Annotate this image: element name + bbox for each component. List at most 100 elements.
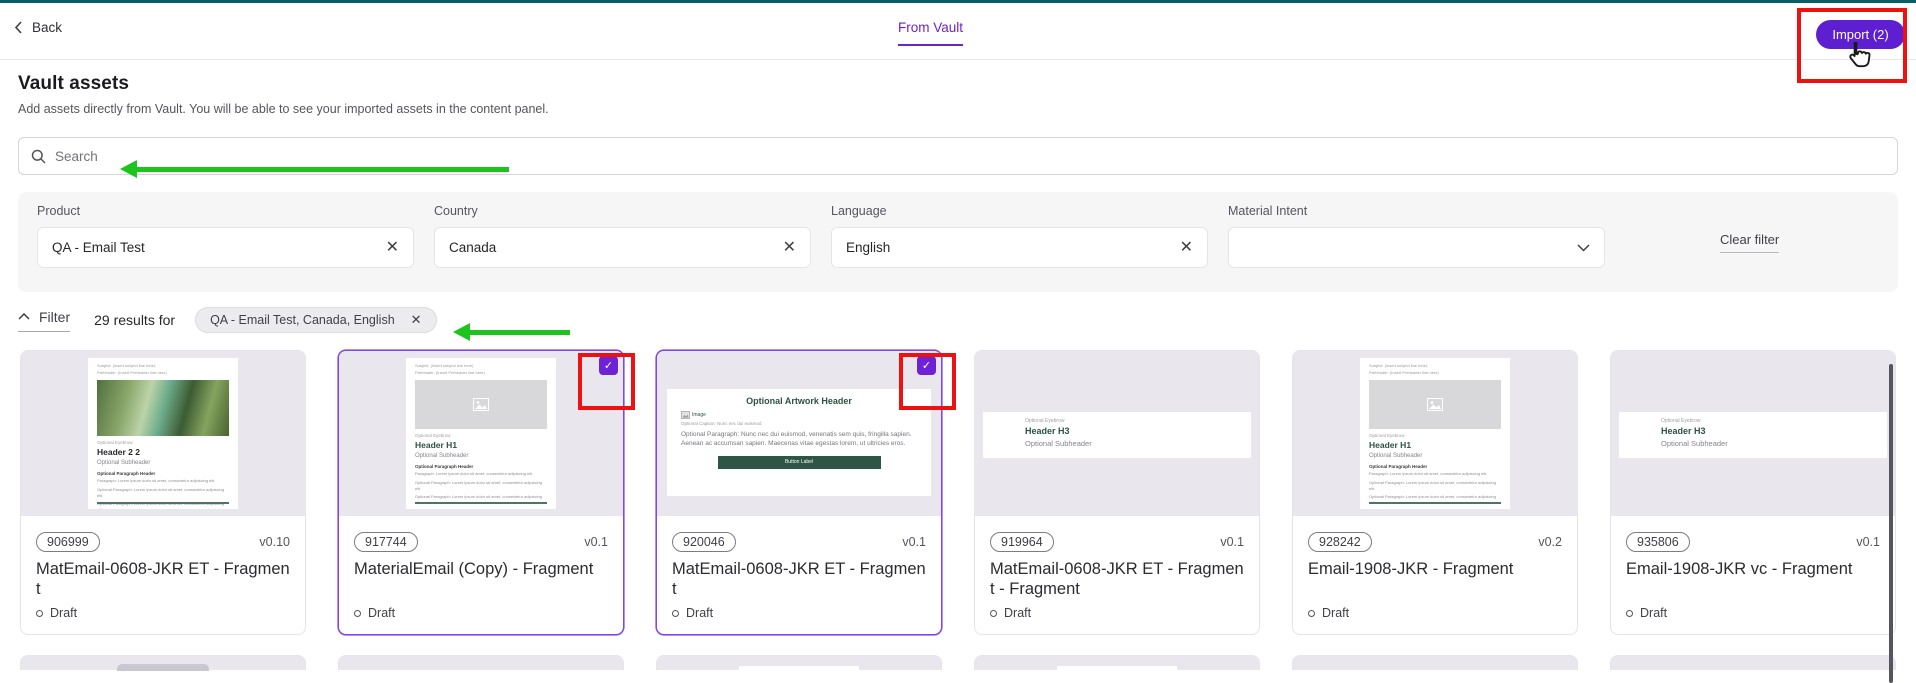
asset-thumbnail: Subject: (Insert subject line here) Preh… bbox=[21, 351, 305, 516]
filter-material-intent-select[interactable] bbox=[1228, 227, 1605, 268]
asset-card[interactable]: Optional Eyebrow Header H3 Optional Subh… bbox=[1610, 350, 1896, 635]
asset-version: v0.1 bbox=[1220, 535, 1244, 549]
asset-info: 906999 v0.10 MatEmail-0608-JKR ET - Frag… bbox=[21, 516, 305, 635]
asset-card-partial[interactable] bbox=[974, 655, 1260, 670]
template-para-header: Optional Paragraph Header bbox=[1369, 464, 1501, 469]
clear-country-icon[interactable]: ✕ bbox=[783, 240, 796, 256]
template-paragraph: Optional Paragraph: Lorem ipsum dolor si… bbox=[1369, 480, 1501, 492]
filter-toggle-label: Filter bbox=[39, 309, 70, 325]
partial-thumb-shape bbox=[739, 666, 859, 671]
asset-card-partial[interactable] bbox=[20, 655, 306, 670]
image-icon bbox=[1427, 398, 1443, 411]
active-filter-chip[interactable]: QA - Email Test, Canada, English ✕ bbox=[195, 307, 437, 333]
asset-card-partial[interactable] bbox=[1292, 655, 1578, 670]
template-eyebrow: Optional Eyebrow bbox=[1661, 418, 1887, 424]
filter-language: Language English ✕ bbox=[831, 204, 1208, 292]
partial-thumb-shape bbox=[1057, 666, 1177, 671]
results-count: 29 results for bbox=[94, 312, 175, 328]
template-paragraph: Paragraph: Lorem ipsum dolor sit amet, c… bbox=[97, 478, 229, 484]
filter-material-intent-label: Material Intent bbox=[1228, 204, 1605, 218]
asset-title: MaterialEmail (Copy) - Fragment bbox=[354, 559, 608, 579]
template-paragraph: Optional Paragraph: Lorem ipsum dolor si… bbox=[97, 487, 229, 499]
status-dot-icon bbox=[672, 610, 679, 617]
vertical-scrollbar[interactable] bbox=[1889, 364, 1893, 683]
filter-language-label: Language bbox=[831, 204, 1208, 218]
asset-id-badge: 917744 bbox=[354, 532, 418, 552]
filter-country-input[interactable]: Canada ✕ bbox=[434, 227, 811, 268]
filter-product: Product QA - Email Test ✕ bbox=[37, 204, 414, 292]
asset-card[interactable]: Optional Eyebrow Header H3 Optional Subh… bbox=[974, 350, 1260, 635]
template-header: Header 2 2 bbox=[97, 447, 229, 457]
template-header: Header H1 bbox=[415, 440, 547, 450]
asset-card-partial[interactable] bbox=[1610, 655, 1896, 670]
asset-card[interactable]: Subject: (Insert subject line here) Preh… bbox=[1292, 350, 1578, 635]
asset-checkbox-checked[interactable]: ✓ bbox=[917, 356, 936, 375]
main-content: Vault assets Add assets directly from Va… bbox=[0, 60, 1916, 670]
image-icon: Image bbox=[681, 411, 917, 419]
template-paragraph: Optional Paragraph: Lorem ipsum dolor si… bbox=[415, 494, 547, 506]
page-subtitle: Add assets directly from Vault. You will… bbox=[18, 102, 1898, 116]
asset-id-badge: 928242 bbox=[1308, 532, 1372, 552]
search-icon bbox=[31, 149, 46, 164]
asset-title: MatEmail-0608-JKR ET - Fragment - Fragme… bbox=[990, 559, 1244, 599]
filter-country-label: Country bbox=[434, 204, 811, 218]
search-input[interactable] bbox=[55, 149, 1885, 164]
template-button: Button Label bbox=[718, 456, 881, 469]
image-placeholder bbox=[415, 380, 547, 429]
template-subject: Subject: (Insert subject line here) bbox=[415, 363, 547, 370]
status-dot-icon bbox=[1626, 610, 1633, 617]
clear-product-icon[interactable]: ✕ bbox=[386, 240, 399, 256]
status-badge: Draft bbox=[1308, 606, 1349, 620]
asset-version: v0.10 bbox=[259, 535, 290, 549]
clear-filter-button[interactable]: Clear filter bbox=[1720, 232, 1779, 253]
tab-from-vault[interactable]: From Vault bbox=[898, 20, 963, 46]
header: Back From Vault Import (2) bbox=[0, 3, 1916, 60]
template-paragraph: Optional Paragraph: Lorem ipsum dolor si… bbox=[415, 480, 547, 492]
template-preheader: Preheader: (Insert Preheader line here) bbox=[415, 370, 547, 377]
asset-checkbox-checked[interactable]: ✓ bbox=[599, 356, 618, 375]
status-label: Draft bbox=[1640, 606, 1667, 620]
template-divider bbox=[415, 502, 547, 504]
chevron-down-icon bbox=[1577, 244, 1590, 252]
template-paragraph: Paragraph: Lorem ipsum dolor sit amet, c… bbox=[1369, 471, 1501, 477]
asset-card[interactable]: Subject: (Insert subject line here) Preh… bbox=[20, 350, 306, 635]
asset-thumbnail: Optional Eyebrow Header H3 Optional Subh… bbox=[1611, 351, 1895, 516]
asset-info: 917744 v0.1 MaterialEmail (Copy) - Fragm… bbox=[339, 516, 623, 635]
filter-product-input[interactable]: QA - Email Test ✕ bbox=[37, 227, 414, 268]
remove-filter-chip-icon[interactable]: ✕ bbox=[411, 312, 422, 328]
asset-card-partial[interactable] bbox=[656, 655, 942, 670]
asset-thumbnail: Subject: (Insert subject line here) Preh… bbox=[1293, 351, 1577, 516]
asset-version: v0.1 bbox=[902, 535, 926, 549]
filter-collapse-toggle[interactable]: Filter bbox=[18, 309, 70, 332]
template-paragraph: Paragraph: Lorem ipsum dolor sit amet, c… bbox=[415, 471, 547, 477]
back-button[interactable]: Back bbox=[14, 20, 62, 35]
asset-version: v0.1 bbox=[1856, 535, 1880, 549]
asset-card[interactable]: Optional Artwork Header Image Optional C… bbox=[656, 350, 942, 635]
image-label: Image bbox=[692, 412, 706, 418]
template-divider bbox=[97, 502, 229, 504]
asset-card[interactable]: Subject: (Insert subject line here) Preh… bbox=[338, 350, 624, 635]
template-paragraph: Optional Paragraph: Lorem ipsum dolor si… bbox=[1369, 494, 1501, 506]
import-button[interactable]: Import (2) bbox=[1816, 20, 1905, 49]
vault-assets-import-screen: Back From Vault Import (2) Vault assets … bbox=[0, 0, 1916, 683]
search-box[interactable] bbox=[18, 137, 1898, 175]
template-subheader: Optional Subheader bbox=[1025, 439, 1251, 448]
asset-id-badge: 920046 bbox=[672, 532, 736, 552]
status-dot-icon bbox=[36, 610, 43, 617]
filter-language-input[interactable]: English ✕ bbox=[831, 227, 1208, 268]
status-dot-icon bbox=[990, 610, 997, 617]
template-eyebrow: Optional Eyebrow bbox=[415, 433, 547, 438]
image-icon bbox=[473, 398, 489, 411]
template-subject: Subject: (Insert subject line here) bbox=[1369, 363, 1501, 370]
email-template-preview: Optional Eyebrow Header H3 Optional Subh… bbox=[1619, 412, 1887, 458]
asset-id-badge: 906999 bbox=[36, 532, 100, 552]
email-template-preview: Subject: (Insert subject line here) Preh… bbox=[88, 358, 238, 509]
clear-language-icon[interactable]: ✕ bbox=[1180, 240, 1193, 256]
asset-title: Email-1908-JKR vc - Fragment bbox=[1626, 559, 1880, 579]
filter-material-intent: Material Intent bbox=[1228, 204, 1605, 292]
asset-title: MatEmail-0608-JKR ET - Fragment bbox=[672, 559, 926, 599]
asset-thumbnail: Optional Eyebrow Header H3 Optional Subh… bbox=[975, 351, 1259, 516]
partial-thumb-shape bbox=[117, 664, 209, 671]
asset-card-partial[interactable] bbox=[338, 655, 624, 670]
asset-info: 919964 v0.1 MatEmail-0608-JKR ET - Fragm… bbox=[975, 516, 1259, 635]
